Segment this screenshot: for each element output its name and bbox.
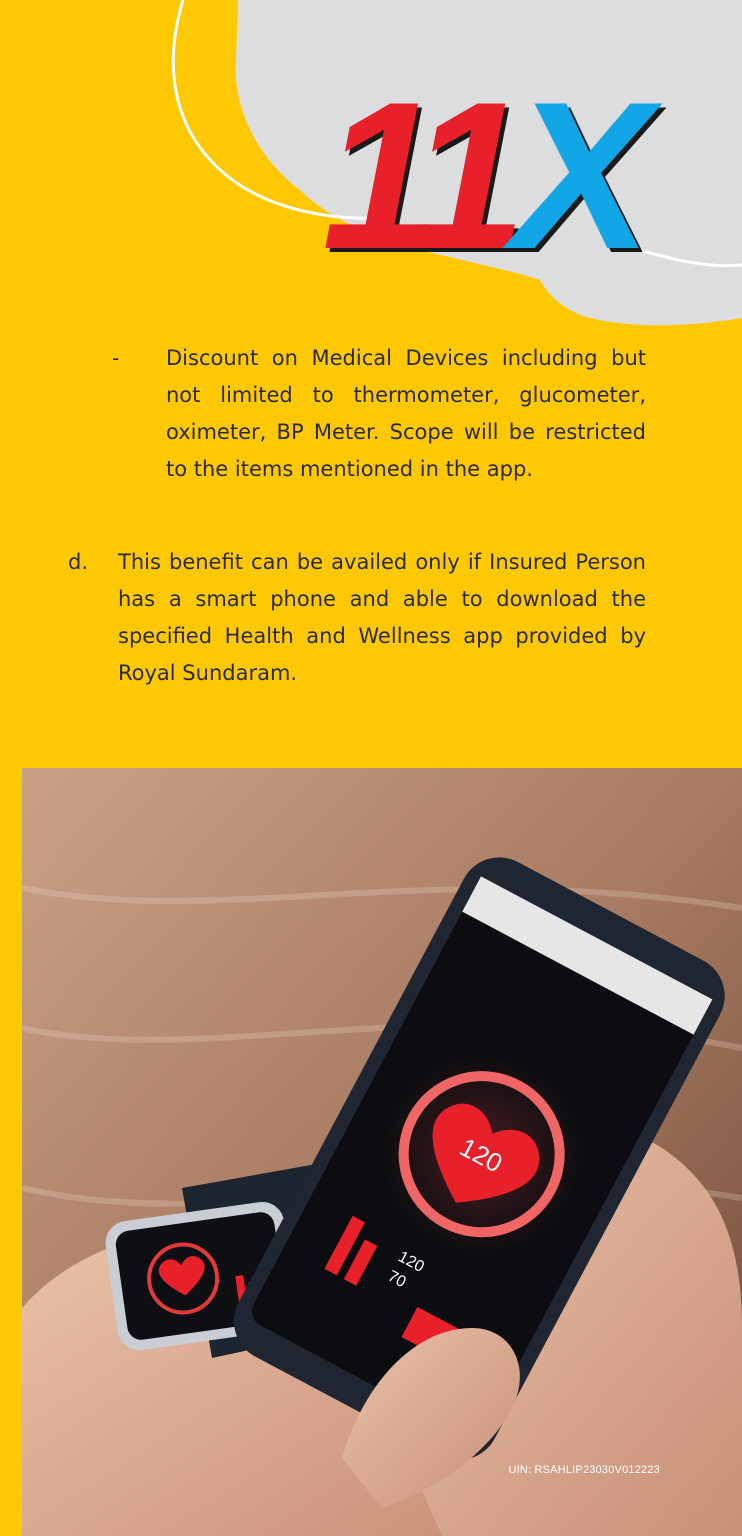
list-marker-d: d. [68,550,89,574]
list-text-d: This benefit can be availed only if Insu… [118,550,646,685]
logo-ones: 11 [322,58,526,293]
logo-11x: 11X [322,71,652,281]
logo-x: X [512,58,652,293]
bullet-text: Discount on Medical Devices including bu… [166,346,646,481]
health-app-photo: 120 120 70 UIN: RSAHLIP23030V012223 [22,768,742,1536]
page: 11X - Discount on Medical Devices includ… [0,0,742,1536]
uin-code: UIN: RSAHLIP23030V012223 [508,1464,660,1476]
photo-illustration: 120 120 70 [22,768,742,1536]
bullet-marker: - [112,346,120,370]
